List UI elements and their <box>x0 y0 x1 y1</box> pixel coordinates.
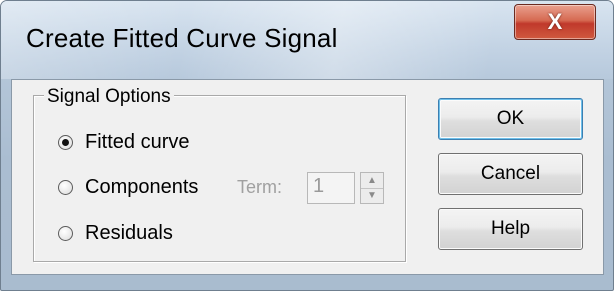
term-label: Term: <box>237 177 282 197</box>
radio-label-fitted-curve: Fitted curve <box>85 131 190 153</box>
term-input[interactable]: 1 <box>307 172 355 204</box>
ok-button[interactable]: OK <box>438 98 583 140</box>
help-button[interactable]: Help <box>438 208 583 250</box>
arrow-up-icon[interactable]: ▲ <box>361 173 383 189</box>
radio-components[interactable]: Components <box>58 176 198 199</box>
radio-label-components: Components <box>85 176 199 198</box>
arrow-down-icon[interactable]: ▼ <box>361 188 383 203</box>
term-spinner[interactable]: ▲ ▼ <box>360 172 384 204</box>
radio-button[interactable] <box>58 226 73 241</box>
radio-label-residuals: Residuals <box>85 222 173 244</box>
radio-button[interactable] <box>58 180 73 195</box>
signal-options-label: Signal Options <box>44 86 174 108</box>
close-button[interactable]: X <box>514 4 596 40</box>
cancel-button[interactable]: Cancel <box>438 153 583 195</box>
radio-residuals[interactable]: Residuals <box>58 222 173 245</box>
dialog-title: Create Fitted Curve Signal <box>26 23 338 53</box>
radio-button-checked[interactable] <box>58 135 73 150</box>
radio-fitted-curve[interactable]: Fitted curve <box>58 131 189 154</box>
close-icon: X <box>547 9 563 34</box>
